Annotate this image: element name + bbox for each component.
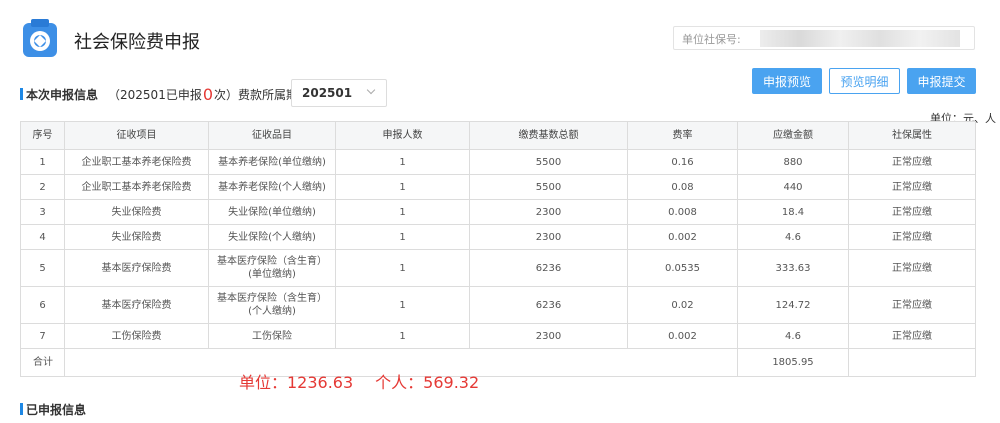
page-header: 社会保险费申报 单位社保号: xyxy=(0,0,1000,68)
social-insurance-logo-icon xyxy=(23,19,57,57)
personal-amount-annotation: 个人：569.32 xyxy=(375,373,480,392)
table-cell: 0.08 xyxy=(627,174,738,200)
table-row: 1 企业职工基本养老保险费 基本养老保险(单位缴纳) 1 5500 0.16 8… xyxy=(20,149,976,175)
unit-social-security-number-label: 单位社保号: xyxy=(682,33,741,46)
table-cell: 333.63 xyxy=(737,249,849,287)
table-cell: 基本养老保险(单位缴纳) xyxy=(208,149,336,175)
table-cell: 正常应缴 xyxy=(848,149,976,175)
table-row: 7 工伤保险费 工伤保险 1 2300 0.002 4.6 正常应缴 xyxy=(20,323,976,349)
column-header: 序号 xyxy=(20,121,65,150)
table-cell: 4 xyxy=(20,224,65,250)
table-cell: 2300 xyxy=(469,224,628,250)
table-cell: 1 xyxy=(335,323,470,349)
table-cell: 1 xyxy=(335,286,470,324)
column-header: 征收项目 xyxy=(64,121,209,150)
column-header: 费率 xyxy=(627,121,738,150)
table-cell: 正常应缴 xyxy=(848,323,976,349)
table-cell: 0.16 xyxy=(627,149,738,175)
section-title-declared: 已申报信息 xyxy=(26,403,87,417)
table-cell: 基本养老保险(个人缴纳) xyxy=(208,174,336,200)
table-row: 4 失业保险费 失业保险(个人缴纳) 1 2300 0.002 4.6 正常应缴 xyxy=(20,224,976,250)
unit-social-security-number-redacted xyxy=(760,30,960,47)
column-header: 征收品目 xyxy=(208,121,336,150)
total-label: 合计 xyxy=(20,348,65,377)
fee-period-select[interactable]: 202501 xyxy=(291,79,387,107)
table-cell: 2300 xyxy=(469,199,628,225)
table-cell: 工伤保险费 xyxy=(64,323,209,349)
preview-detail-button[interactable]: 预览明细 xyxy=(829,68,900,94)
table-cell: 工伤保险 xyxy=(208,323,336,349)
table-cell: 7 xyxy=(20,323,65,349)
table-cell: 4.6 xyxy=(737,224,849,250)
unit-social-security-number-field[interactable]: 单位社保号: xyxy=(673,26,975,50)
table-cell: 1 xyxy=(335,174,470,200)
table-cell: 18.4 xyxy=(737,199,849,225)
table-cell: 1 xyxy=(20,149,65,175)
table-cell: 基本医疗保险（含生育）(个人缴纳) xyxy=(208,286,336,324)
table-cell: 0.008 xyxy=(627,199,738,225)
column-header: 缴费基数总额 xyxy=(469,121,628,150)
table-cell: 4.6 xyxy=(737,323,849,349)
total-empty xyxy=(848,348,976,377)
table-cell: 2 xyxy=(20,174,65,200)
filed-count: 0 xyxy=(202,84,214,104)
total-amount: 1805.95 xyxy=(737,348,849,377)
table-cell: 基本医疗保险费 xyxy=(64,286,209,324)
table-row: 2 企业职工基本养老保险费 基本养老保险(个人缴纳) 1 5500 0.08 4… xyxy=(20,174,976,200)
table-cell: 880 xyxy=(737,149,849,175)
table-cell: 0.02 xyxy=(627,286,738,324)
unit-amount-annotation: 单位：1236.63 xyxy=(239,373,354,392)
table-cell: 正常应缴 xyxy=(848,174,976,200)
section-marker xyxy=(20,88,23,100)
table-cell: 1 xyxy=(335,199,470,225)
page-title: 社会保险费申报 xyxy=(74,32,200,53)
table-cell: 基本医疗保险费 xyxy=(64,249,209,287)
table-cell: 正常应缴 xyxy=(848,224,976,250)
table-cell: 正常应缴 xyxy=(848,286,976,324)
table-header-row: 序号 征收项目 征收品目 申报人数 缴费基数总额 费率 应缴金额 社保属性 xyxy=(20,121,976,150)
table-cell: 失业保险费 xyxy=(64,224,209,250)
table-cell: 0.002 xyxy=(627,323,738,349)
table-cell: 1 xyxy=(335,224,470,250)
section-title-current: 本次申报信息 xyxy=(26,87,99,102)
column-header: 应缴金额 xyxy=(737,121,849,150)
table-row: 6 基本医疗保险费 基本医疗保险（含生育）(个人缴纳) 1 6236 0.02 … xyxy=(20,286,976,324)
table-cell: 6 xyxy=(20,286,65,324)
table-cell: 失业保险(单位缴纳) xyxy=(208,199,336,225)
table-cell: 企业职工基本养老保险费 xyxy=(64,174,209,200)
table-row: 3 失业保险费 失业保险(单位缴纳) 1 2300 0.008 18.4 正常应… xyxy=(20,199,976,225)
table-cell: 3 xyxy=(20,199,65,225)
table-cell: 6236 xyxy=(469,249,628,287)
table-cell: 失业保险(个人缴纳) xyxy=(208,224,336,250)
section-marker xyxy=(20,403,23,415)
declaration-preview-button[interactable]: 申报预览 xyxy=(752,68,822,94)
amount-summary-annotation: 单位：1236.63 个人：569.32 xyxy=(239,369,501,393)
table-cell: 5 xyxy=(20,249,65,287)
filed-prefix-text: （202501已申报 xyxy=(108,87,202,102)
column-header: 社保属性 xyxy=(848,121,976,150)
table-row: 5 基本医疗保险费 基本医疗保险（含生育）(单位缴纳) 1 6236 0.053… xyxy=(20,249,976,287)
table-cell: 0.002 xyxy=(627,224,738,250)
column-header: 申报人数 xyxy=(335,121,470,150)
table-cell: 正常应缴 xyxy=(848,199,976,225)
table-cell: 2300 xyxy=(469,323,628,349)
table-cell: 5500 xyxy=(469,149,628,175)
fee-period-value: 202501 xyxy=(302,86,353,100)
submit-declaration-button[interactable]: 申报提交 xyxy=(907,68,976,94)
table-cell: 1 xyxy=(335,149,470,175)
table-cell: 440 xyxy=(737,174,849,200)
table-cell: 124.72 xyxy=(737,286,849,324)
table-cell: 1 xyxy=(335,249,470,287)
table-cell: 5500 xyxy=(469,174,628,200)
table-cell: 6236 xyxy=(469,286,628,324)
declaration-info-row: 本次申报信息 （202501已申报 0 次）费款所属期： xyxy=(26,81,310,107)
table-cell: 0.0535 xyxy=(627,249,738,287)
table-cell: 失业保险费 xyxy=(64,199,209,225)
declaration-table: 序号 征收项目 征收品目 申报人数 缴费基数总额 费率 应缴金额 社保属性 1 … xyxy=(20,121,976,377)
table-cell: 企业职工基本养老保险费 xyxy=(64,149,209,175)
chevron-down-icon xyxy=(366,85,376,95)
table-cell: 正常应缴 xyxy=(848,249,976,287)
table-cell: 基本医疗保险（含生育）(单位缴纳) xyxy=(208,249,336,287)
